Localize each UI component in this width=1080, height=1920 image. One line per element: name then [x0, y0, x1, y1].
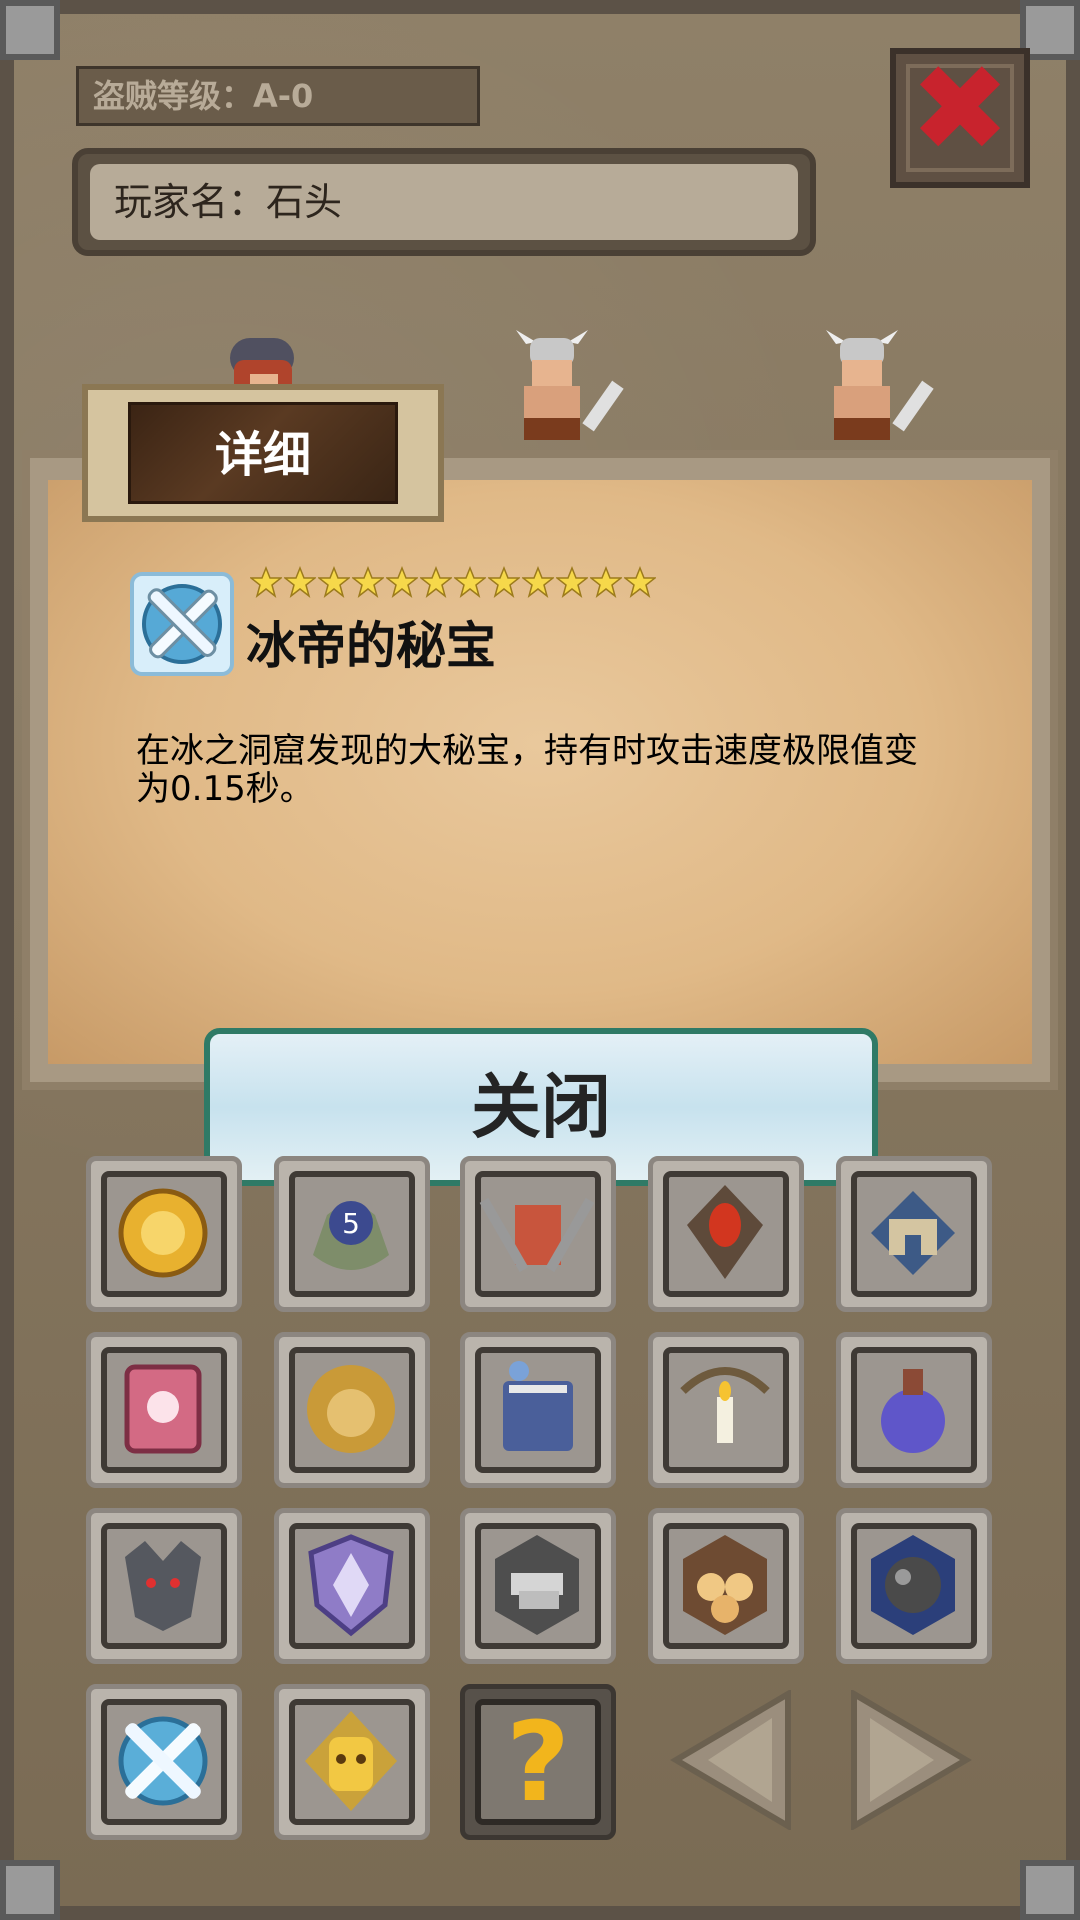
golden-medal-icon: [118, 1188, 208, 1278]
potion-flask-icon: [881, 1369, 945, 1453]
blue-book-icon: [503, 1361, 573, 1451]
collection-slot[interactable]: [460, 1508, 616, 1664]
star-icon: [386, 566, 418, 598]
star-icon: [352, 566, 384, 598]
star-icon: [556, 566, 588, 598]
collection-slot[interactable]: [86, 1684, 242, 1840]
collection-slot[interactable]: [274, 1332, 430, 1488]
wood-logs-icon: [683, 1535, 767, 1635]
collection-slot[interactable]: [86, 1508, 242, 1664]
star-icon: [624, 566, 656, 598]
detail-tab-label: 详细: [128, 402, 398, 504]
star-icon: [522, 566, 554, 598]
collection-slot[interactable]: [836, 1508, 992, 1664]
star-icon: [420, 566, 452, 598]
player-name-field: 玩家名：石头: [72, 148, 816, 256]
collection-slot[interactable]: [274, 1508, 430, 1664]
purple-shield-icon: [308, 1534, 394, 1637]
castle-badge-icon: [871, 1191, 955, 1275]
collection-slot[interactable]: [648, 1156, 804, 1312]
collection-slot[interactable]: [86, 1156, 242, 1312]
next-page-button[interactable]: [844, 1690, 974, 1830]
star-icon: [454, 566, 486, 598]
thief-rank-label: 盗贼等级：A-0: [76, 66, 480, 126]
close-x-icon: ✖: [909, 40, 1011, 179]
rarity-stars: [250, 566, 658, 602]
ice-swords-icon: [130, 572, 234, 676]
svg-text:5: 5: [342, 1207, 360, 1240]
lion-head-icon: [307, 1365, 395, 1453]
frame-corner-bottom-left: [0, 1860, 60, 1920]
collection-slot[interactable]: [648, 1332, 804, 1488]
collection-slot[interactable]: 5: [274, 1156, 430, 1312]
silver-bars-icon: [495, 1535, 579, 1635]
collection-slot[interactable]: [460, 1332, 616, 1488]
viking-warrior-sprite: [516, 330, 624, 440]
collection-slot[interactable]: [648, 1508, 804, 1664]
prev-page-button[interactable]: [668, 1690, 798, 1830]
player-name-text: 玩家名：石头: [90, 164, 798, 240]
iron-ore-icon: [871, 1535, 955, 1635]
golden-mask-icon: [305, 1711, 397, 1811]
wolf-head-icon: [125, 1541, 201, 1631]
pickaxe-candle-icon: [680, 1367, 770, 1443]
item-title: 冰帝的秘宝: [246, 617, 496, 675]
ruby-crest-icon: [687, 1185, 763, 1279]
detail-tab: 详细: [82, 384, 444, 522]
frame-corner-top-left: [0, 0, 60, 60]
collection-slot[interactable]: [836, 1332, 992, 1488]
collection-slot[interactable]: [460, 1156, 616, 1312]
banner-swords-icon: [479, 1197, 595, 1273]
collection-slot[interactable]: [86, 1332, 242, 1488]
star-icon: [250, 566, 282, 598]
collection-slot[interactable]: [274, 1684, 430, 1840]
ice-swords-icon: [118, 1716, 208, 1806]
star-icon: [590, 566, 622, 598]
viking-warrior-sprite: [826, 330, 934, 440]
frame-corner-bottom-right: [1020, 1860, 1080, 1920]
collection-slot[interactable]: [836, 1156, 992, 1312]
number5-emblem-icon: 5: [313, 1201, 389, 1270]
pink-book-icon: [124, 1364, 202, 1454]
star-icon: [318, 566, 350, 598]
question-mark-icon: ?: [506, 1698, 570, 1826]
item-description: 在冰之洞窟发现的大秘宝，持有时攻击速度极限值变为0.15秒。: [136, 731, 918, 809]
star-icon: [284, 566, 316, 598]
unknown-item-slot[interactable]: ?: [460, 1684, 616, 1840]
star-icon: [488, 566, 520, 598]
close-window-button[interactable]: ✖: [890, 48, 1030, 188]
